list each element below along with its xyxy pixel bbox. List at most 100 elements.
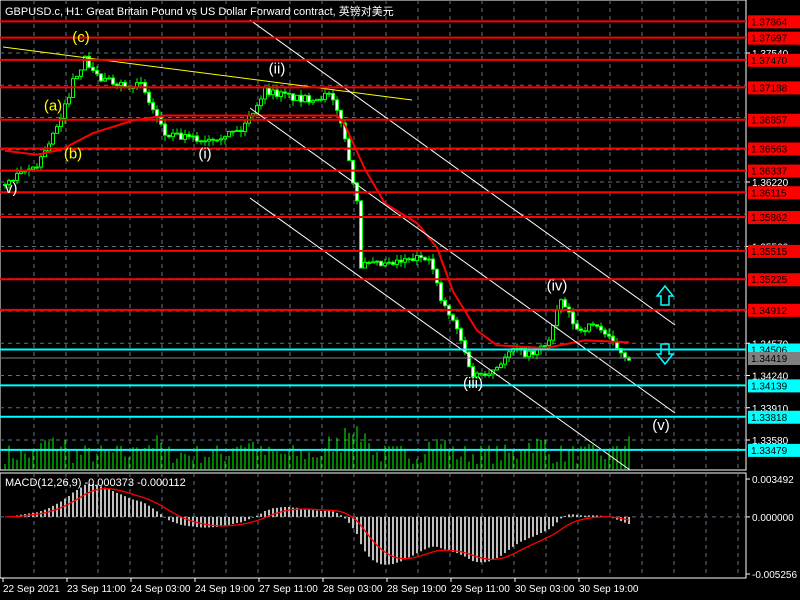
resistance-level-label: 1.36563 bbox=[751, 144, 788, 155]
candle-body bbox=[331, 92, 335, 101]
wave-label: v) bbox=[5, 180, 18, 197]
candle-body bbox=[419, 255, 423, 259]
resistance-level-label: 1.35225 bbox=[751, 275, 788, 286]
candle-body bbox=[371, 261, 375, 264]
time-tick-label: 27 Sep 11:00 bbox=[259, 584, 318, 595]
candle-body bbox=[571, 311, 575, 325]
candle-body bbox=[323, 92, 327, 101]
macd-tick-label: 0.003492 bbox=[752, 475, 794, 486]
current-price-label: 1.34419 bbox=[751, 354, 788, 365]
candle-body bbox=[299, 94, 303, 103]
candle-body bbox=[179, 132, 183, 140]
wave-label: (c) bbox=[72, 29, 90, 46]
resistance-level-label: 1.36857 bbox=[751, 116, 788, 127]
wave-label: (b) bbox=[64, 146, 82, 163]
candle-body bbox=[547, 339, 551, 347]
candle-body bbox=[431, 258, 435, 270]
resistance-level-label: 1.34912 bbox=[751, 306, 788, 317]
candle-body bbox=[219, 138, 223, 141]
candle-body bbox=[287, 92, 291, 95]
resistance-level-label: 1.37697 bbox=[751, 34, 788, 45]
candle-body bbox=[19, 171, 23, 174]
wave-label: (a) bbox=[44, 98, 62, 115]
candle-body bbox=[175, 132, 179, 135]
candle-body bbox=[171, 132, 175, 138]
candle-body bbox=[543, 345, 547, 348]
candle-body bbox=[423, 257, 427, 261]
candle-body bbox=[151, 102, 155, 111]
candle-body bbox=[47, 143, 51, 152]
candle-body bbox=[303, 95, 307, 103]
candle-body bbox=[295, 94, 299, 101]
candle-body bbox=[599, 325, 603, 331]
candle-body bbox=[51, 132, 55, 145]
resistance-level-label: 1.37864 bbox=[751, 17, 788, 28]
candle-body bbox=[551, 325, 555, 341]
support-level-label: 1.34139 bbox=[751, 381, 788, 392]
candle-body bbox=[487, 373, 491, 376]
candle-body bbox=[187, 134, 191, 138]
chart-title: GBPUSD.c, H1: Great Britain Pound vs US … bbox=[5, 6, 394, 18]
macd-title: MACD(12,26,9) -0.000373 -0.000112 bbox=[5, 477, 186, 489]
time-tick-label: 23 Sep 11:00 bbox=[67, 584, 126, 595]
price-chart[interactable]: 1.375401.362201.355601.345701.342401.339… bbox=[0, 0, 800, 600]
candle-body bbox=[123, 81, 127, 88]
resistance-level-label: 1.36115 bbox=[751, 188, 787, 199]
candle-body bbox=[595, 324, 599, 327]
candle-body bbox=[159, 116, 163, 125]
time-tick-label: 22 Sep 2021 bbox=[3, 584, 60, 595]
candle-body bbox=[227, 131, 231, 138]
candle-body bbox=[459, 328, 463, 342]
wave-label: (iii) bbox=[463, 375, 483, 392]
time-tick-label: 24 Sep 03:00 bbox=[131, 584, 191, 595]
candle-body bbox=[559, 299, 563, 311]
candle-body bbox=[283, 91, 287, 94]
candle-body bbox=[147, 91, 151, 104]
candle-body bbox=[399, 259, 403, 263]
candle-body bbox=[39, 156, 43, 168]
candle-body bbox=[291, 93, 295, 101]
candle-body bbox=[451, 314, 455, 321]
candle-body bbox=[383, 262, 387, 267]
wave-label: (i) bbox=[198, 146, 211, 163]
candle-body bbox=[215, 139, 219, 142]
candle-body bbox=[263, 87, 267, 100]
wave-label: (v) bbox=[652, 417, 670, 434]
support-level-label: 1.33479 bbox=[751, 446, 788, 457]
candle-body bbox=[31, 166, 35, 170]
candle-body bbox=[199, 140, 203, 143]
candle-body bbox=[35, 166, 39, 169]
candle-body bbox=[55, 126, 59, 134]
candle-body bbox=[203, 140, 207, 143]
candle-body bbox=[439, 282, 443, 302]
candle-body bbox=[319, 98, 323, 101]
candle-body bbox=[583, 330, 587, 333]
candle-body bbox=[379, 260, 383, 267]
candle-body bbox=[207, 138, 211, 142]
candle-body bbox=[479, 372, 483, 375]
resistance-level-label: 1.35862 bbox=[751, 213, 788, 224]
candle-body bbox=[483, 373, 487, 376]
macd-signal-line bbox=[5, 488, 630, 561]
time-tick-label: 29 Sep 11:00 bbox=[451, 584, 510, 595]
candle-body bbox=[243, 122, 247, 133]
candle-body bbox=[95, 69, 99, 75]
candle-body bbox=[271, 89, 275, 96]
candle-body bbox=[67, 96, 71, 105]
candle-body bbox=[115, 83, 119, 87]
candle-body bbox=[555, 309, 559, 327]
candle-body bbox=[231, 130, 235, 133]
candle-body bbox=[195, 135, 199, 142]
main-frame bbox=[0, 0, 747, 471]
candle-body bbox=[211, 138, 215, 141]
candle-body bbox=[327, 92, 331, 95]
candle-body bbox=[435, 268, 439, 284]
candle-body bbox=[99, 73, 103, 82]
candle-body bbox=[111, 77, 115, 85]
candle-body bbox=[311, 100, 315, 103]
candle-body bbox=[367, 261, 371, 264]
candle-body bbox=[315, 98, 319, 102]
arrow-down-icon bbox=[655, 343, 675, 366]
candle-body bbox=[267, 87, 271, 96]
candle-body bbox=[495, 367, 499, 371]
